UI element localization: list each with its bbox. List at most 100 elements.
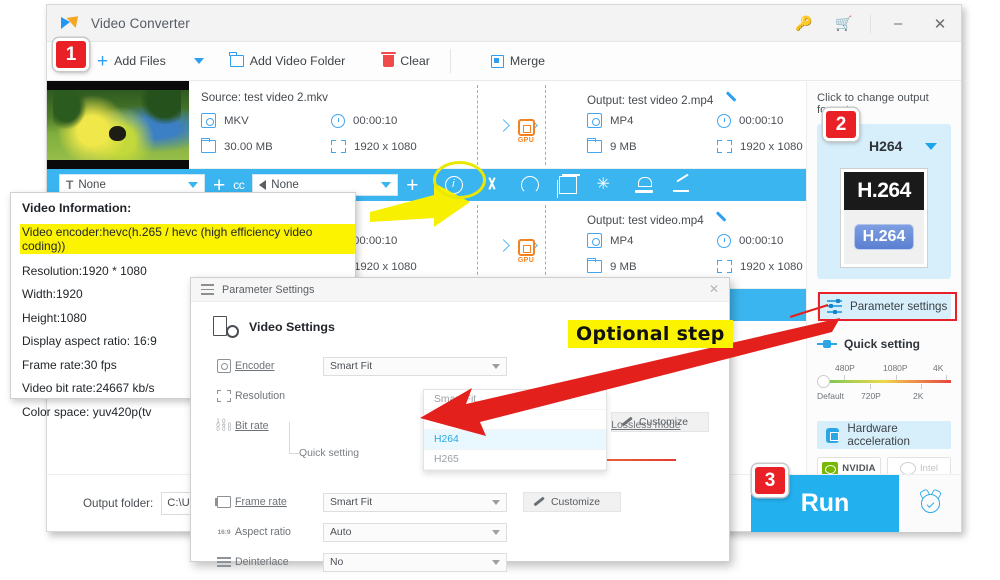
speaker-icon <box>259 180 267 190</box>
gpu-label: GPU <box>517 257 535 264</box>
effect-icon[interactable] <box>597 174 615 194</box>
info-icon-highlight-ellipse <box>433 161 486 199</box>
subtitle-value: None <box>78 179 106 191</box>
edit-pencil-icon[interactable] <box>724 94 736 106</box>
dialog-title: Parameter Settings <box>222 283 315 296</box>
frame-icon <box>717 260 732 273</box>
chevron-down-icon <box>492 499 500 505</box>
pencil-icon <box>533 497 544 508</box>
optional-step-callout: Optional step <box>568 320 733 348</box>
cart-icon[interactable]: 🛒 <box>824 5 864 42</box>
customize-framerate-button[interactable]: Customize <box>523 492 621 512</box>
video-settings-icon <box>213 316 239 338</box>
cc-button[interactable]: cc <box>233 178 245 192</box>
framerate-label: Frame rate <box>235 496 287 508</box>
encoder-icon <box>213 359 235 373</box>
title-bar: Video Converter 🔑 🛒 – ✕ <box>47 5 961 42</box>
frame-icon <box>717 140 732 153</box>
add-video-folder-label: Add Video Folder <box>249 54 346 68</box>
source-size: 30.00 MB <box>200 137 331 153</box>
clock-icon <box>717 233 731 248</box>
gpu-chip-icon <box>517 239 535 256</box>
deinterlace-label: Deinterlace <box>235 556 289 568</box>
encoder-value: Smart Fit <box>330 360 373 372</box>
schedule-button[interactable] <box>899 475 961 532</box>
video-information-heading: Video Information: <box>22 201 132 215</box>
step-badge-3: 3 <box>752 464 788 497</box>
plus-icon: + <box>97 50 109 72</box>
field-deinterlace: Deinterlace No <box>213 548 729 576</box>
slider-track[interactable] <box>821 380 951 383</box>
rotate-icon[interactable] <box>520 176 539 194</box>
step-badge-1: 1 <box>53 38 89 71</box>
framerate-value: Smart Fit <box>330 496 373 508</box>
crop-icon[interactable] <box>556 174 580 198</box>
format-preview-title: H.264 <box>844 172 924 210</box>
deinterlace-value: No <box>330 556 344 568</box>
app-title: Video Converter <box>91 15 190 31</box>
add-audio-button[interactable]: + <box>406 175 418 196</box>
subtitle-icon[interactable] <box>672 176 691 194</box>
source-format: MKV <box>201 113 331 128</box>
close-icon[interactable]: ✕ <box>709 282 719 296</box>
nvidia-label: NVIDIA <box>842 462 876 474</box>
resolution-label: Resolution <box>235 390 286 402</box>
output-size-value: 9 MB <box>610 260 637 273</box>
add-files-dropdown-icon[interactable] <box>193 58 204 64</box>
gpu-chip-icon <box>517 119 535 136</box>
intel-label: Intel <box>920 462 938 474</box>
nvidia-icon <box>822 461 839 475</box>
add-files-button[interactable]: + Add Files <box>91 42 172 81</box>
slider-label-1080p: 1080P <box>883 363 908 373</box>
text-icon: T <box>66 178 74 192</box>
selected-format: H264 <box>869 138 903 154</box>
slider-label-4k: 4K <box>933 363 944 373</box>
merge-label: Merge <box>509 54 546 68</box>
source-resolution-value: 1920 x 1080 <box>354 260 417 273</box>
aspect-ratio-label: Aspect ratio <box>235 526 291 538</box>
merge-button[interactable]: Merge <box>485 42 551 81</box>
chevron-down-icon <box>492 559 500 565</box>
format-preview: H.264 H.264 <box>841 169 927 267</box>
video-settings-title: Video Settings <box>249 320 335 334</box>
output-resolution-value: 1920 x 1080 <box>740 260 803 273</box>
source-duration-value: 00:00:10 <box>353 234 398 247</box>
close-icon[interactable]: ✕ <box>919 5 961 42</box>
screenshot-root: Video Converter 🔑 🛒 – ✕ + Add Files Add … <box>0 0 1000 580</box>
output-size: 9 MB <box>586 137 717 153</box>
document-icon <box>586 257 602 273</box>
key-icon[interactable]: 🔑 <box>784 5 824 42</box>
titlebar-divider <box>870 14 871 33</box>
add-video-folder-button[interactable]: Add Video Folder <box>224 42 352 81</box>
output-format: MP4 <box>587 113 717 128</box>
output-format-value: MP4 <box>610 234 634 247</box>
resolution-icon <box>213 390 235 402</box>
chevron-down-icon <box>925 142 937 150</box>
dropdown-option-h265[interactable]: H265 <box>424 450 606 470</box>
edit-pencil-icon[interactable] <box>714 214 726 226</box>
output-format: MP4 <box>587 233 717 248</box>
watermark-icon[interactable] <box>634 176 653 194</box>
format-card[interactable]: H264 H.264 H.264 <box>817 124 951 279</box>
clear-button[interactable]: Clear <box>377 42 436 81</box>
file-format-icon <box>201 113 216 128</box>
deinterlace-icon <box>213 557 235 567</box>
aspect-ratio-select[interactable]: Auto <box>323 522 507 542</box>
minimize-icon[interactable]: – <box>877 5 919 42</box>
aspect-ratio-value: Auto <box>330 526 352 538</box>
video-encoder-line: Video encoder:hevc(h.265 / hevc (high ef… <box>20 224 355 254</box>
step-badge-2: 2 <box>823 108 859 141</box>
video-thumbnail[interactable] <box>47 81 189 169</box>
slider-label-2k: 2K <box>913 391 924 401</box>
slider-label-720p: 720P <box>861 391 881 401</box>
convert-arrow-column: GPU <box>477 81 577 169</box>
customize-label: Customize <box>551 496 601 508</box>
output-duration-value: 00:00:10 <box>739 114 784 127</box>
clock-icon <box>331 113 345 128</box>
trash-icon <box>381 52 397 67</box>
source-resolution: 1920 x 1080 <box>331 140 461 153</box>
frame-icon <box>331 140 346 153</box>
output-format-value: MP4 <box>610 114 634 127</box>
framerate-select[interactable]: Smart Fit <box>323 492 507 512</box>
deinterlace-select[interactable]: No <box>323 552 507 572</box>
